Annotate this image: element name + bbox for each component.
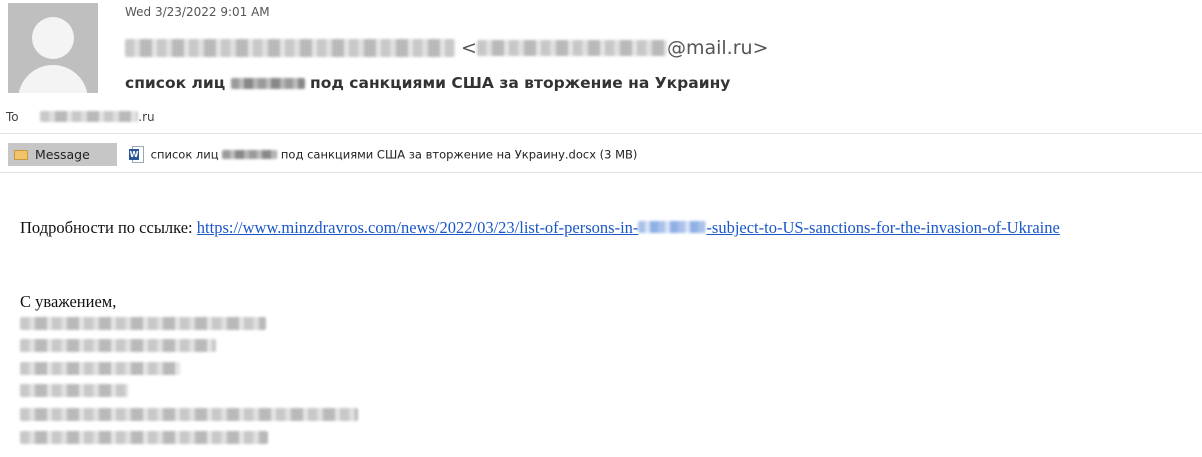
attachment-divider [0, 172, 1202, 173]
redacted-signature-line [20, 362, 180, 375]
avatar-body-shape [18, 65, 88, 93]
regards-text: С уважением, [20, 292, 117, 311]
link-end: -subject-to-US-sanctions-for-the-invasio… [706, 218, 1060, 237]
word-doc-icon: W [129, 146, 144, 163]
sender-line[interactable]: < @mail.ru> [125, 34, 769, 60]
email-body-details: Подробности по ссылке: https://www.minzd… [20, 217, 1200, 239]
header-divider [0, 133, 1202, 134]
redacted-signature-line [20, 408, 358, 421]
attachment-name-suffix: под санкциями США за вторжение на Украин… [280, 147, 638, 162]
message-tab[interactable]: Message [8, 143, 117, 166]
redacted-sender-name [125, 38, 455, 57]
sender-email-open: < [461, 36, 477, 59]
email-subject: список лиц под санкциями США за вторжени… [125, 73, 730, 93]
redacted-sender-email-user [476, 39, 667, 56]
redacted-recipient [40, 111, 139, 122]
redacted-signature-line [20, 431, 268, 444]
to-label: To [6, 109, 19, 124]
details-label: Подробности по ссылке: [20, 218, 193, 237]
redacted-signature-line [20, 339, 216, 352]
link-start: https://www.minzdravros.com/news/2022/03… [196, 218, 639, 237]
subject-prefix: список лиц [125, 74, 226, 92]
sent-date: Wed 3/23/2022 9:01 AM [125, 5, 270, 19]
redacted-attachment-word [222, 150, 278, 159]
attachment-item[interactable]: W список лиц под санкциями США за вторже… [129, 145, 637, 164]
recipient-row: To .ru [6, 108, 155, 125]
redacted-link-segment [638, 221, 707, 233]
sender-avatar [8, 3, 98, 93]
attachment-name-prefix: список лиц [150, 147, 219, 162]
redacted-signature-line [20, 384, 128, 397]
redacted-subject-word [230, 78, 305, 89]
details-link[interactable]: https://www.minzdravros.com/news/2022/03… [197, 218, 1060, 237]
redacted-signature-line [20, 317, 266, 330]
avatar-head-shape [32, 17, 74, 59]
subject-suffix: под санкциями США за вторжение на Украин… [310, 74, 731, 92]
message-tab-label: Message [35, 147, 90, 162]
recipient-domain[interactable]: .ru [138, 109, 154, 125]
envelope-icon [14, 150, 28, 160]
sender-email-domain: @mail.ru> [666, 36, 769, 59]
